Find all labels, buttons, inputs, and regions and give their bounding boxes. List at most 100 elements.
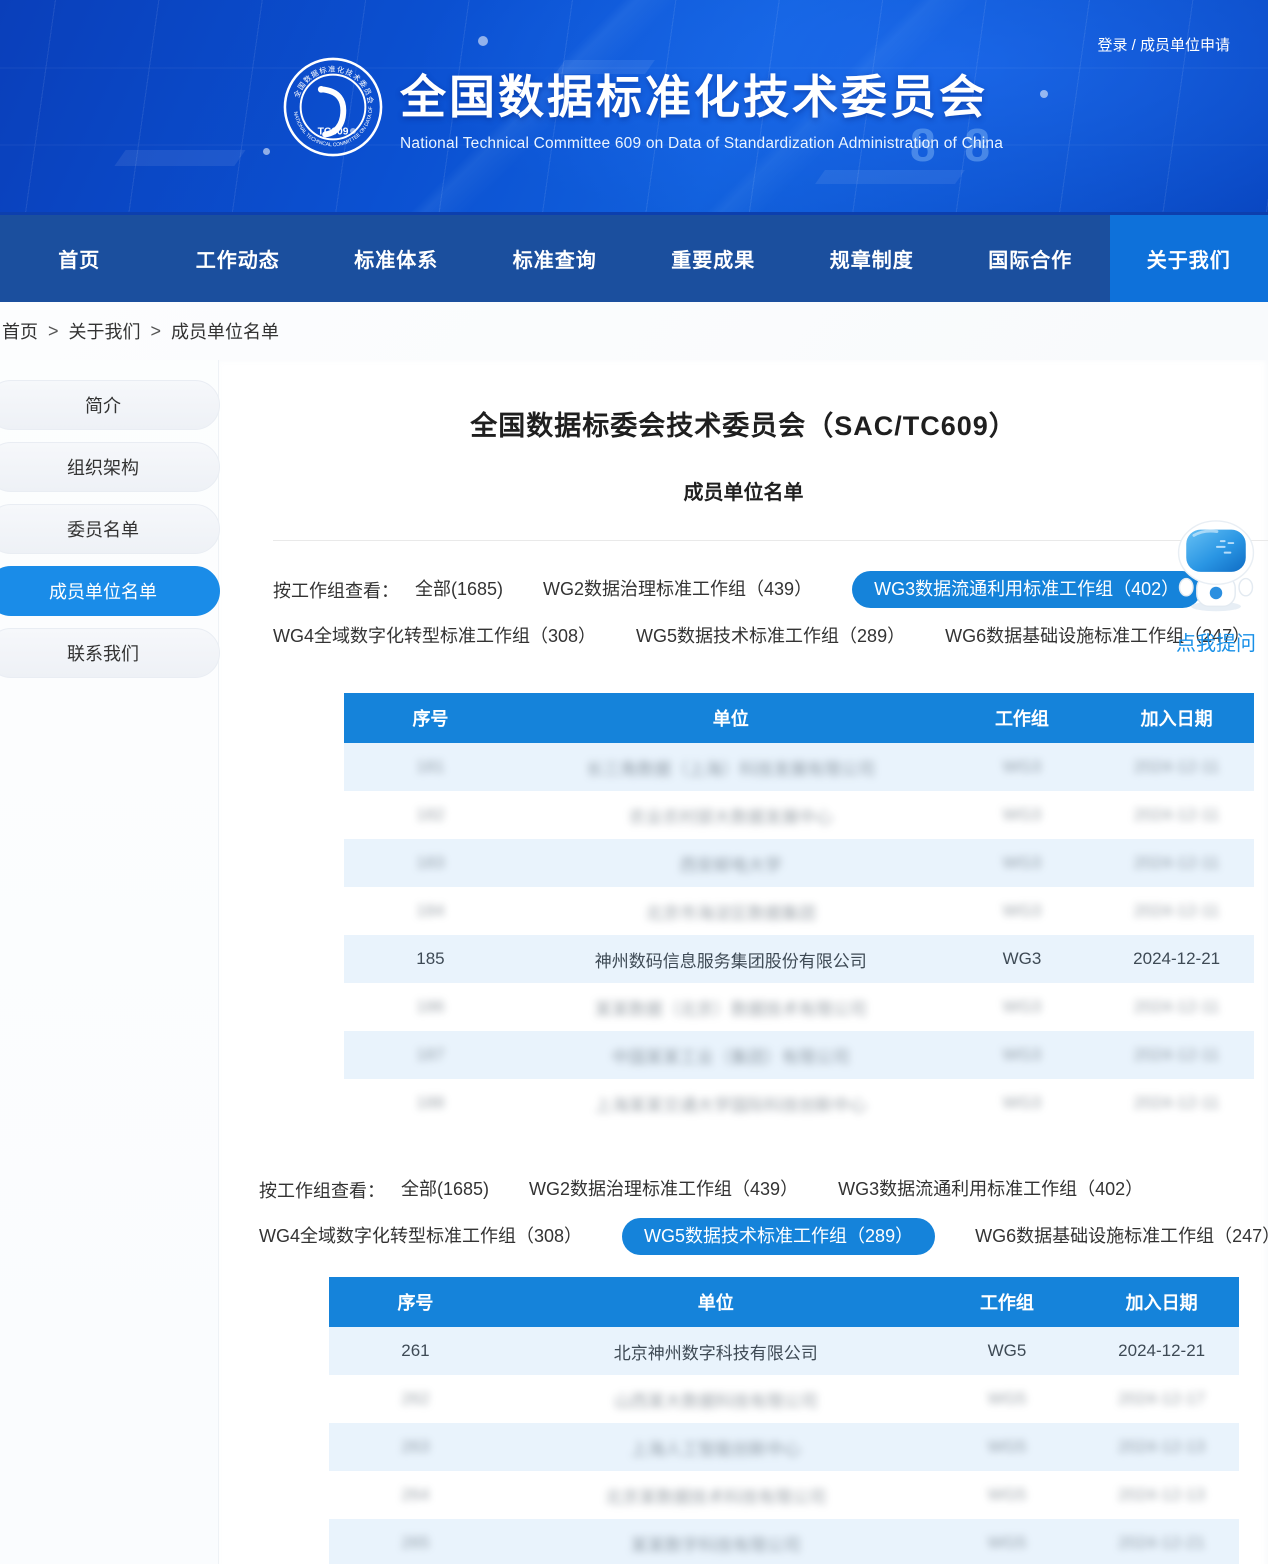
assistant-label[interactable]: 点我提问 <box>1168 627 1264 656</box>
workgroup-filter: 按工作组查看： 全部(1685) WG2数据治理标准工作组（439） WG3数据流通利… <box>273 571 1268 655</box>
cell-value: 2024-12-13 <box>1118 1437 1205 1456</box>
table-row: 265某某数字科技有限公司WG52024-12-21 <box>329 1519 1239 1564</box>
nav-item-国际合作[interactable]: 国际合作 <box>951 215 1110 302</box>
cell-value: 2024-12-11 <box>1134 901 1220 920</box>
table-row: 262山西某大数据科技有限公司WG52024-12-17 <box>329 1375 1239 1423</box>
breadcrumb-separator: > <box>48 321 59 342</box>
banner-deco-dot <box>263 148 270 155</box>
cell-unit: 长三角数据（上海）科技发展有限公司 <box>517 743 945 791</box>
member-table: 序号单位工作组加入日期261北京神州数字科技有限公司WG52024-12-212… <box>329 1277 1239 1564</box>
breadcrumb-item-成员单位名单[interactable]: 成员单位名单 <box>171 318 279 344</box>
cell-value: 2024-12-11 <box>1134 1045 1220 1064</box>
filter-option[interactable]: WG5数据技术标准工作组（289） <box>622 1218 935 1255</box>
cell-value: 2024-12-11 <box>1134 853 1220 872</box>
page: 8 8 登录 / 成员单位申请 全国数据标准化技术委员会 NATIONAL TE… <box>0 0 1268 1564</box>
svg-text:TC609: TC609 <box>318 126 349 137</box>
cell-value: WG5 <box>988 1485 1027 1504</box>
column-header: 加入日期 <box>1099 693 1254 743</box>
cell-value: 188 <box>416 1093 444 1112</box>
breadcrumb-item-关于我们[interactable]: 关于我们 <box>69 318 141 344</box>
filter-label: 按工作组查看： <box>273 577 399 603</box>
column-header: 单位 <box>517 693 945 743</box>
cell-value: 2024-12-11 <box>1134 805 1220 824</box>
filter-option[interactable]: WG4全域数字化转型标准工作组（308） <box>273 618 596 655</box>
nav-item-标准查询[interactable]: 标准查询 <box>476 215 635 302</box>
filter-row: WG4全域数字化转型标准工作组（308）WG5数据技术标准工作组（289）WG6… <box>273 618 1268 655</box>
member-table: 序号单位工作组加入日期181长三角数据（上海）科技发展有限公司WG32024-1… <box>344 693 1254 1127</box>
sidebar-item-委员名单[interactable]: 委员名单 <box>0 504 220 554</box>
cell-unit: 某某数据（北京）数据技术有限公司 <box>517 983 945 1031</box>
nav-item-工作动态[interactable]: 工作动态 <box>159 215 318 302</box>
cell-no: 182 <box>344 791 517 839</box>
cell-value: WG3 <box>1003 1045 1042 1064</box>
cell-value: 中国某某工业（集团）有限公司 <box>612 1048 850 1067</box>
sidebar-item-成员单位名单[interactable]: 成员单位名单 <box>0 566 220 616</box>
filter-option[interactable]: WG3数据流通利用标准工作组（402） <box>852 571 1201 608</box>
banner-deco-dot <box>478 36 488 46</box>
cell-value: 山西某大数据科技有限公司 <box>614 1392 818 1411</box>
cell-unit: 北京市海淀区数据集团 <box>517 887 945 935</box>
cell-no: 264 <box>329 1471 502 1519</box>
robot-icon[interactable] <box>1172 520 1260 616</box>
filter-option[interactable]: 全部(1685) <box>401 1171 489 1208</box>
cell-value: 183 <box>416 853 444 872</box>
cell-workgroup: WG5 <box>930 1471 1085 1519</box>
cell-value: 186 <box>416 997 444 1016</box>
nav-item-标准体系[interactable]: 标准体系 <box>317 215 476 302</box>
cell-value: WG5 <box>988 1389 1027 1408</box>
cell-no: 185 <box>344 935 517 983</box>
cell-unit: 上海某某交通大学国际科技创新中心 <box>517 1079 945 1127</box>
sidebar-item-简介[interactable]: 简介 <box>0 380 220 430</box>
main-nav: 首页工作动态标准体系标准查询重要成果规章制度国际合作关于我们 <box>0 215 1268 302</box>
filter-option[interactable]: 全部(1685) <box>415 571 503 608</box>
cell-value: 181 <box>416 757 444 776</box>
cell-value: 263 <box>401 1437 429 1456</box>
filter-option[interactable]: WG2数据治理标准工作组（439） <box>543 571 812 608</box>
cell-value: 2024-12-13 <box>1118 1485 1205 1504</box>
cell-value: 261 <box>401 1341 429 1360</box>
page-title: 全国数据标委会技术委员会（SAC/TC609） <box>219 360 1268 443</box>
filter-option[interactable]: WG5数据技术标准工作组（289） <box>636 618 905 655</box>
banner-deco-shape <box>114 150 245 166</box>
cell-date: 2024-12-11 <box>1099 983 1254 1031</box>
divider <box>273 540 1268 541</box>
workgroup-filter: 按工作组查看：全部(1685)WG2数据治理标准工作组（439）WG3数据流通利… <box>259 1171 1268 1255</box>
cell-workgroup: WG5 <box>930 1375 1085 1423</box>
breadcrumb-item-首页[interactable]: 首页 <box>2 318 38 344</box>
auth-links[interactable]: 登录 / 成员单位申请 <box>1097 34 1230 55</box>
cell-value: WG3 <box>1003 1093 1042 1112</box>
cell-value: 北京市海淀区数据集团 <box>646 904 816 923</box>
cell-unit: 西安邮电大学 <box>517 839 945 887</box>
cell-date: 2024-12-17 <box>1084 1375 1239 1423</box>
table-row: 187 中国某某工业（集团）有限公司 WG3 2024-12-11 <box>344 1031 1254 1079</box>
cell-date: 2024-12-11 <box>1099 791 1254 839</box>
sidebar-item-组织架构[interactable]: 组织架构 <box>0 442 220 492</box>
filter-option[interactable]: WG3数据流通利用标准工作组（402） <box>838 1171 1143 1208</box>
sidebar-item-联系我们[interactable]: 联系我们 <box>0 628 220 678</box>
assistant-widget[interactable]: 点我提问 <box>1168 520 1264 656</box>
cell-unit: 北京某数据技术科技有限公司 <box>502 1471 930 1519</box>
cell-value: 2024-12-21 <box>1118 1533 1205 1552</box>
table-row: 183西安邮电大学WG32024-12-11 <box>344 839 1254 887</box>
breadcrumb: 首页>关于我们>成员单位名单 <box>0 302 1268 360</box>
nav-item-重要成果[interactable]: 重要成果 <box>634 215 793 302</box>
table-row: 181长三角数据（上海）科技发展有限公司WG32024-12-11 <box>344 743 1254 791</box>
table-row: 182农业农村部大数据发展中心WG32024-12-11 <box>344 791 1254 839</box>
cell-no: 187 <box>344 1031 517 1079</box>
cell-unit: 北京神州数字科技有限公司 <box>502 1327 930 1375</box>
nav-item-关于我们[interactable]: 关于我们 <box>1110 215 1268 302</box>
filter-option[interactable]: WG6数据基础设施标准工作组（247） <box>975 1218 1268 1255</box>
cell-value: 185 <box>416 949 444 968</box>
cell-no: 186 <box>344 983 517 1031</box>
nav-item-首页[interactable]: 首页 <box>0 215 159 302</box>
cell-workgroup: WG3 <box>945 1079 1100 1127</box>
cell-value: 农业农村部大数据发展中心 <box>629 808 833 827</box>
cell-value: 182 <box>416 805 444 824</box>
column-header: 单位 <box>502 1277 930 1327</box>
nav-item-规章制度[interactable]: 规章制度 <box>793 215 952 302</box>
cell-date: 2024-12-13 <box>1084 1471 1239 1519</box>
cell-value: 某某数字科技有限公司 <box>631 1536 801 1555</box>
column-header: 序号 <box>344 693 517 743</box>
filter-option[interactable]: WG2数据治理标准工作组（439） <box>529 1171 798 1208</box>
filter-option[interactable]: WG4全域数字化转型标准工作组（308） <box>259 1218 582 1255</box>
